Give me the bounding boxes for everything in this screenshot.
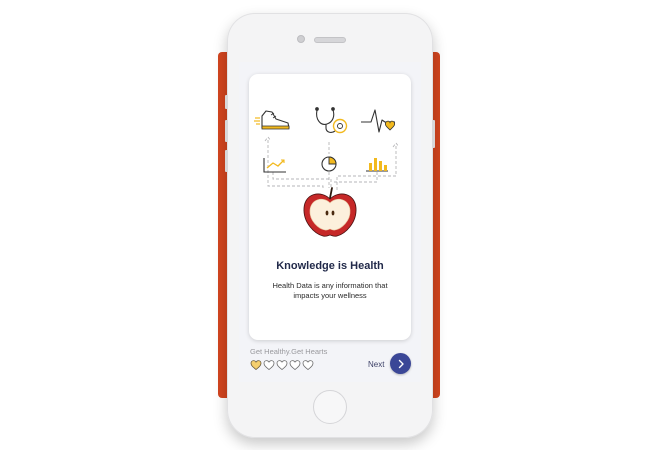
heart-empty-icon bbox=[263, 360, 275, 371]
tagline: Get Healthy.Get Hearts bbox=[250, 347, 328, 356]
sneaker-icon bbox=[254, 110, 290, 130]
phone-volume-down-button bbox=[225, 150, 228, 172]
onboarding-description: Health Data is any information that impa… bbox=[272, 281, 388, 300]
heartbeat-icon bbox=[361, 109, 396, 133]
onboarding-card: Knowledge is Health Health Data is any i… bbox=[249, 74, 411, 340]
earpiece-speaker bbox=[314, 37, 346, 43]
phone-screen: Knowledge is Health Health Data is any i… bbox=[239, 62, 421, 382]
next-button[interactable] bbox=[390, 353, 411, 374]
chevron-right-icon bbox=[398, 359, 404, 368]
hearts-progress bbox=[250, 359, 314, 371]
stethoscope-icon bbox=[315, 107, 348, 134]
heart-empty-icon bbox=[302, 360, 314, 371]
bar-chart-icon bbox=[366, 158, 388, 172]
trend-chart-icon bbox=[263, 158, 286, 173]
health-data-illustration bbox=[254, 107, 400, 237]
apple-icon bbox=[303, 187, 357, 237]
heart-filled-icon bbox=[250, 360, 262, 371]
phone-side-button bbox=[225, 95, 228, 109]
heart-empty-icon bbox=[289, 360, 301, 371]
phone-volume-up-button bbox=[225, 120, 228, 142]
onboarding-title: Knowledge is Health bbox=[276, 260, 384, 272]
heart-empty-icon bbox=[276, 360, 288, 371]
front-camera bbox=[297, 35, 305, 43]
phone-power-button bbox=[432, 120, 435, 148]
home-button[interactable] bbox=[313, 390, 347, 424]
pie-chart-icon bbox=[321, 156, 337, 172]
next-label[interactable]: Next bbox=[368, 360, 384, 369]
